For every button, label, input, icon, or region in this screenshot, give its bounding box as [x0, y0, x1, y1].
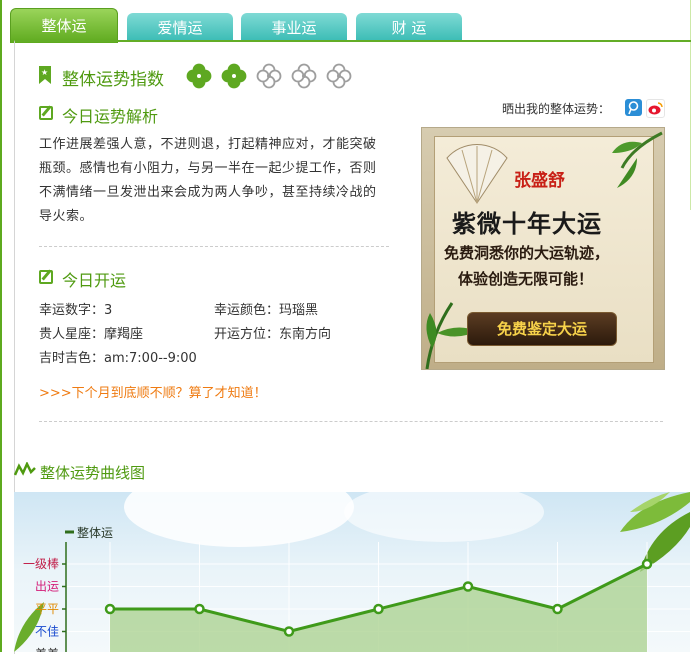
edit-icon: [39, 270, 53, 284]
curve-plot: 差差 不佳 平平 出运 一级棒 整体运: [23, 525, 690, 652]
ziwei-ad-banner[interactable]: 张盛舒 紫微十年大运 免费洞悉你的大运轨迹， 体验创造无限可能！ 免费鉴定大运: [421, 127, 665, 370]
clover-empty-icon: [256, 63, 282, 89]
edit-icon: [39, 106, 53, 120]
y-tick-label: 平平: [35, 602, 59, 616]
fortune-tabs: 整体运 爱情运 事业运 财 运: [0, 0, 691, 43]
ad-free-button[interactable]: 免费鉴定大运: [467, 312, 617, 346]
clover-empty-icon: [326, 63, 352, 89]
bamboo-leaves-icon: [612, 131, 663, 188]
clover-filled-icon: [186, 63, 212, 89]
data-point: [462, 581, 474, 592]
y-tick-label: 出运: [35, 580, 59, 594]
tencent-weibo-icon[interactable]: [625, 99, 642, 116]
divider: [39, 246, 389, 247]
analysis-title: 今日运势解析: [62, 107, 159, 126]
tab-wealth[interactable]: 财 运: [356, 13, 462, 41]
fan-icon: [446, 144, 508, 204]
tab-overall[interactable]: 整体运: [10, 8, 118, 43]
curve-title: 整体运势曲线图: [40, 464, 146, 482]
sina-weibo-icon[interactable]: [646, 99, 665, 118]
fortune-index-title: 整体运势指数: [62, 70, 164, 90]
divider: [39, 421, 663, 422]
lucky-number: 幸运数字：3: [39, 303, 113, 318]
data-point: [194, 603, 205, 615]
legend-label: 整体运: [77, 525, 113, 540]
ad-headline: 紫微十年大运: [452, 210, 602, 238]
share-label: 晒出我的整体运势：: [502, 102, 611, 116]
trend-icon: [14, 462, 36, 476]
noble-constellation: 贵人星座：摩羯座: [39, 327, 144, 342]
data-point: [373, 603, 384, 615]
ad-master-name: 张盛舒: [514, 171, 565, 191]
y-tick-label: 一级棒: [23, 557, 59, 571]
clover-filled-icon: [221, 63, 247, 89]
y-tick-label: 不佳: [35, 625, 59, 639]
analysis-text: 工作进展差强人意，不进则退，打起精神应对，才能突破瓶颈。感情也有小阻力，与另一半…: [39, 137, 377, 224]
ad-line-1: 免费洞悉你的大运轨迹，: [444, 244, 610, 262]
clover-empty-icon: [291, 63, 317, 89]
lucky-color: 幸运颜色：玛瑙黑: [214, 303, 319, 318]
ad-line-2: 体验创造无限可能！: [458, 270, 594, 288]
data-point: [552, 603, 563, 615]
tab-career[interactable]: 事业运: [241, 13, 347, 41]
y-tick-label: 差差: [35, 647, 59, 652]
next-month-link[interactable]: >>>下个月到底顺不顺？算了才知道！: [39, 382, 267, 401]
lucky-time: 吉时吉色：am:7:00--9:00: [39, 351, 197, 366]
lucky-direction: 开运方位：东南方向: [214, 327, 332, 342]
tab-love[interactable]: 爱情运: [127, 13, 233, 41]
data-point: [641, 558, 653, 570]
data-point: [104, 603, 116, 615]
data-point: [283, 626, 295, 637]
star-icon: ★: [41, 68, 49, 77]
lucky-title: 今日开运: [62, 271, 127, 290]
fortune-curve-chart: 差差 不佳 平平 出运 一级棒 整体运: [14, 492, 690, 652]
frame-left-border: [0, 0, 2, 652]
